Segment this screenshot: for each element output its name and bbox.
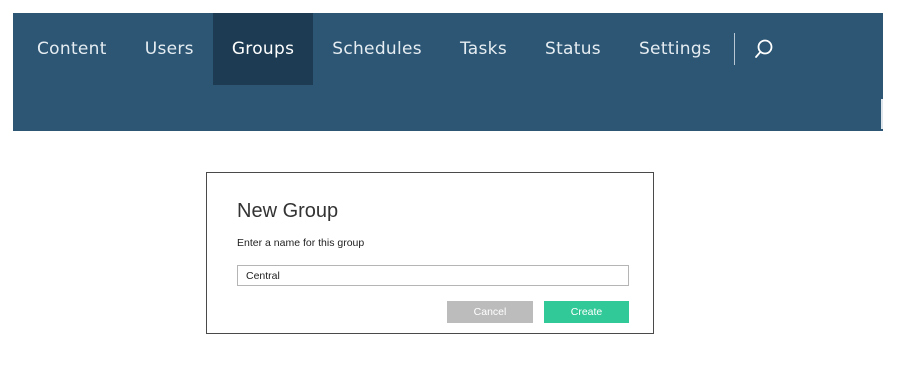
nav-item-groups[interactable]: Groups xyxy=(212,13,314,85)
nav-item-tasks[interactable]: Tasks xyxy=(441,13,526,85)
top-navigation-bar: Content Users Groups Schedules Tasks Sta… xyxy=(13,13,883,131)
cancel-button[interactable]: Cancel xyxy=(447,301,533,323)
nav-divider xyxy=(734,33,736,65)
nav-item-content[interactable]: Content xyxy=(13,13,126,85)
nav-item-schedules[interactable]: Schedules xyxy=(313,13,441,85)
new-group-dialog: New Group Enter a name for this group Ca… xyxy=(206,172,654,334)
nav-items: Content Users Groups Schedules Tasks Sta… xyxy=(13,13,781,85)
nav-item-settings[interactable]: Settings xyxy=(620,13,730,85)
dialog-subtitle: Enter a name for this group xyxy=(237,237,365,249)
nav-item-users[interactable]: Users xyxy=(126,13,213,85)
create-button[interactable]: Create xyxy=(544,301,629,323)
search-button[interactable] xyxy=(747,13,781,85)
dialog-title: New Group xyxy=(237,200,339,222)
search-icon xyxy=(755,39,773,58)
group-name-input[interactable] xyxy=(237,265,629,286)
nav-item-status[interactable]: Status xyxy=(526,13,620,85)
navbar-edge xyxy=(881,99,883,129)
